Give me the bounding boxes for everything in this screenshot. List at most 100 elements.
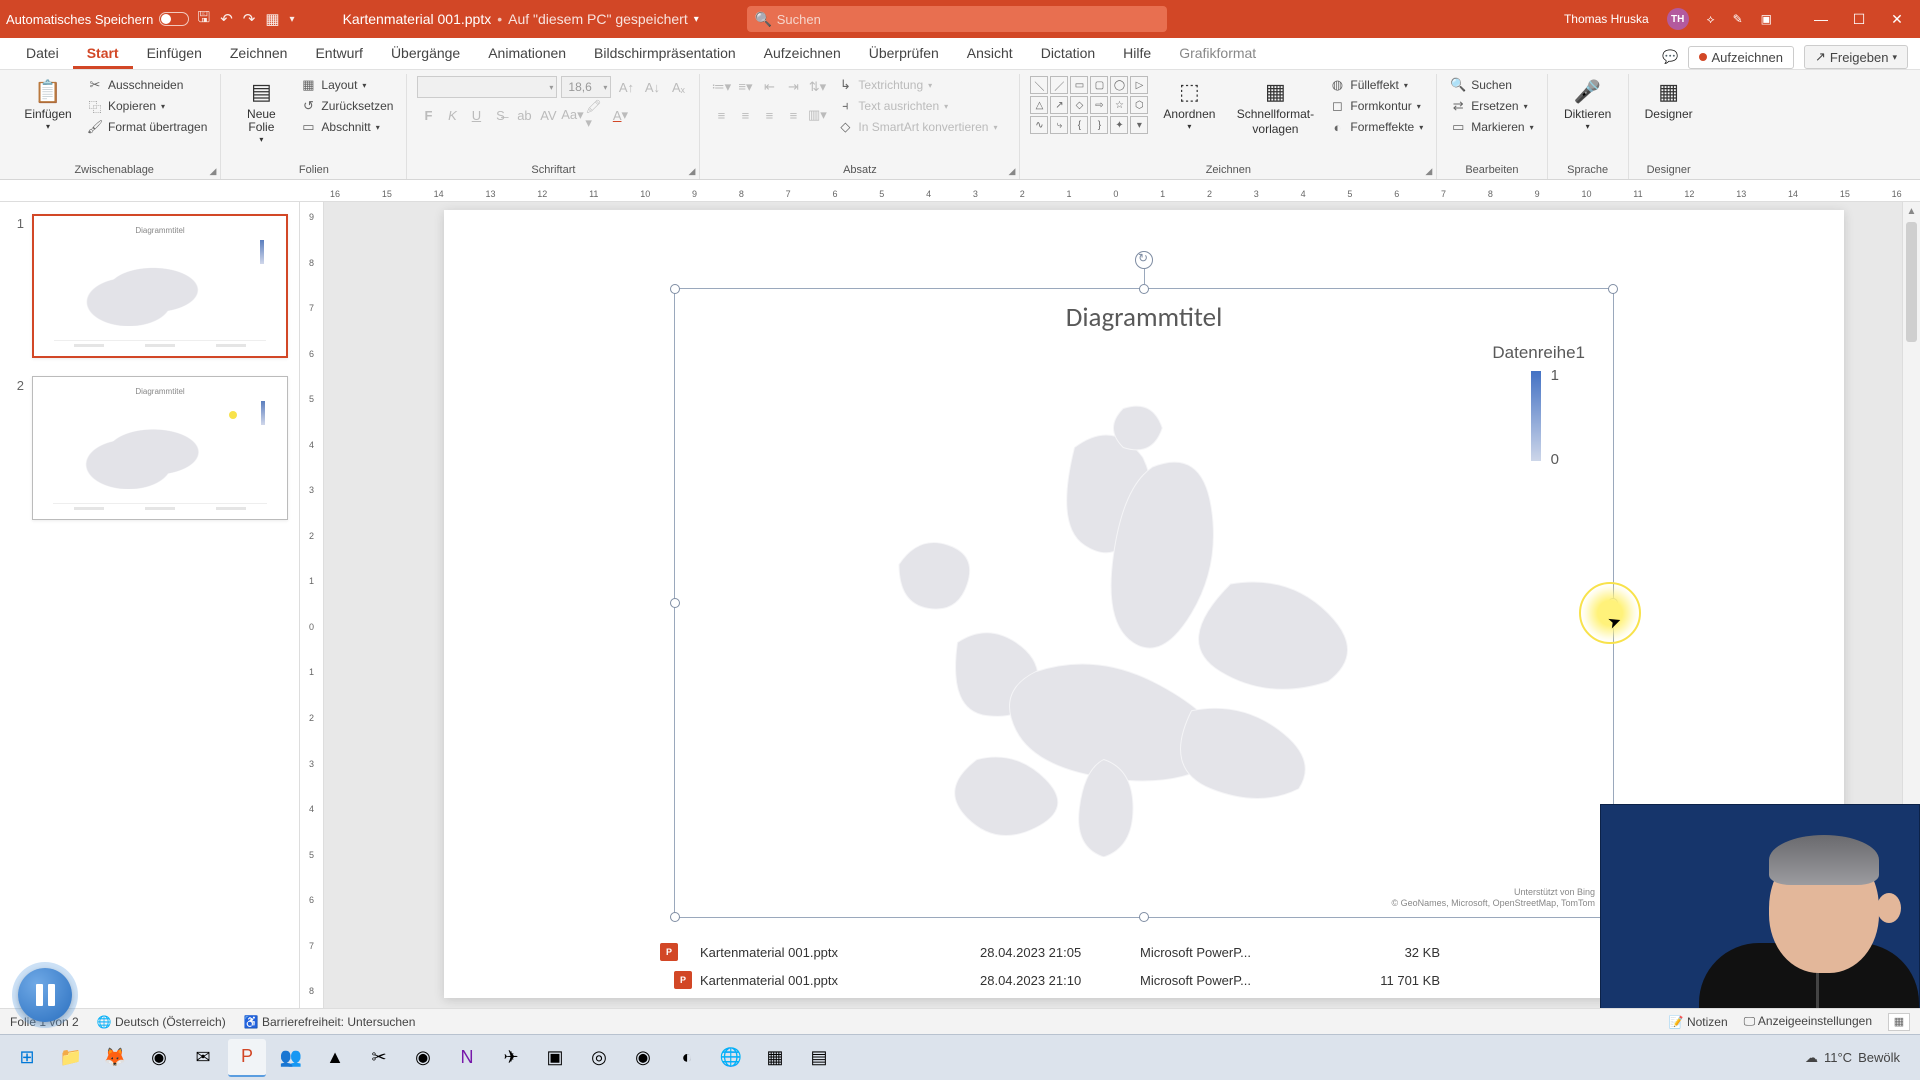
qat-dropdown-icon[interactable]: ▾ bbox=[290, 14, 295, 25]
resize-handle[interactable] bbox=[670, 912, 680, 922]
app-icon[interactable]: ◉ bbox=[404, 1039, 442, 1077]
accessibility-checker[interactable]: ♿ Barrierefreiheit: Untersuchen bbox=[244, 1015, 416, 1029]
text-direction-button[interactable]: ↳Textrichtung▾ bbox=[834, 76, 1000, 94]
layout-button[interactable]: ▦Layout▾ bbox=[297, 76, 396, 94]
highlight-icon[interactable]: 🖍▾ bbox=[585, 104, 607, 126]
start-menu-icon[interactable]: ⊞ bbox=[8, 1039, 46, 1077]
bullets-icon[interactable]: ≔▾ bbox=[710, 76, 732, 98]
underline-icon[interactable]: U bbox=[465, 104, 487, 126]
justify-icon[interactable]: ≡ bbox=[782, 104, 804, 126]
map-chart-europe[interactable] bbox=[775, 389, 1413, 857]
recording-pause-button[interactable] bbox=[18, 968, 72, 1022]
notes-button[interactable]: 📝 Notizen bbox=[1669, 1015, 1728, 1029]
maximize-icon[interactable]: ☐ bbox=[1842, 7, 1876, 31]
shadow-icon[interactable]: ab bbox=[513, 104, 535, 126]
undo-icon[interactable]: ↶ bbox=[220, 10, 233, 28]
search-box[interactable]: 🔍 bbox=[747, 6, 1167, 32]
resize-handle[interactable] bbox=[1139, 912, 1149, 922]
shape-star-icon[interactable]: ☆ bbox=[1110, 96, 1128, 114]
chart-title[interactable]: Diagrammtitel bbox=[675, 301, 1613, 334]
shape-line2-icon[interactable]: ／ bbox=[1050, 76, 1068, 94]
search-input[interactable] bbox=[747, 6, 1167, 32]
redo-icon[interactable]: ↷ bbox=[243, 10, 256, 28]
start-from-beginning-icon[interactable]: ▦ bbox=[265, 10, 279, 28]
launcher-icon[interactable]: ◢ bbox=[1009, 166, 1016, 177]
find-button[interactable]: 🔍Suchen bbox=[1447, 76, 1536, 94]
resize-handle[interactable] bbox=[1608, 284, 1618, 294]
shape-rrect-icon[interactable]: ▢ bbox=[1090, 76, 1108, 94]
document-title[interactable]: Kartenmaterial 001.pptx • Auf "diesem PC… bbox=[343, 11, 699, 27]
chevron-down-icon[interactable]: ▾ bbox=[694, 14, 699, 25]
shape-conn-icon[interactable]: ⤷ bbox=[1050, 116, 1068, 134]
increase-font-icon[interactable]: A↑ bbox=[615, 76, 637, 98]
shape-tri2-icon[interactable]: △ bbox=[1030, 96, 1048, 114]
chart-selection-frame[interactable]: Diagrammtitel Datenreihe1 1 0 bbox=[674, 288, 1614, 918]
tab-datei[interactable]: Datei bbox=[12, 39, 73, 69]
display-settings-button[interactable]: 🖵 Anzeigeeinstellungen bbox=[1744, 1014, 1872, 1029]
font-family-combo[interactable]: ▾ bbox=[417, 76, 557, 98]
tab-entwurf[interactable]: Entwurf bbox=[301, 39, 376, 69]
resize-handle[interactable] bbox=[670, 284, 680, 294]
decrease-font-icon[interactable]: A↓ bbox=[641, 76, 663, 98]
launcher-icon[interactable]: ◢ bbox=[689, 166, 696, 177]
line-spacing-icon[interactable]: ⇅▾ bbox=[806, 76, 828, 98]
shape-tri-icon[interactable]: ▷ bbox=[1130, 76, 1148, 94]
shape-arrow2-icon[interactable]: ⇨ bbox=[1090, 96, 1108, 114]
tab-hilfe[interactable]: Hilfe bbox=[1109, 39, 1165, 69]
tab-zeichnen[interactable]: Zeichnen bbox=[216, 39, 302, 69]
quick-styles-button[interactable]: ▦ Schnellformat- vorlagen bbox=[1230, 76, 1320, 138]
close-icon[interactable]: ✕ bbox=[1880, 7, 1914, 31]
file-explorer-icon[interactable]: 📁 bbox=[52, 1039, 90, 1077]
normal-view-icon[interactable]: ▦ bbox=[1888, 1013, 1910, 1031]
app3-icon[interactable]: ◉ bbox=[624, 1039, 662, 1077]
align-text-button[interactable]: ⫞Text ausrichten▾ bbox=[834, 97, 1000, 115]
shape-hex-icon[interactable]: ⬡ bbox=[1130, 96, 1148, 114]
shape-star5-icon[interactable]: ✦ bbox=[1110, 116, 1128, 134]
replace-button[interactable]: ⇄Ersetzen▾ bbox=[1447, 97, 1536, 115]
app6-icon[interactable]: ▤ bbox=[800, 1039, 838, 1077]
scroll-up-icon[interactable]: ▲ bbox=[1903, 202, 1920, 220]
reset-button[interactable]: ↺Zurücksetzen bbox=[297, 97, 396, 115]
tab-dictation[interactable]: Dictation bbox=[1027, 39, 1109, 69]
shape-line-icon[interactable]: ＼ bbox=[1030, 76, 1048, 94]
shapes-gallery[interactable]: ＼／▭▢◯▷ △↗◇⇨☆⬡ ∿⤷{}✦▾ bbox=[1030, 76, 1148, 134]
copy-button[interactable]: ⿻Kopieren▾ bbox=[84, 97, 210, 115]
clear-format-icon[interactable]: Aₓ bbox=[667, 76, 689, 98]
tab-uebergaenge[interactable]: Übergänge bbox=[377, 39, 474, 69]
char-spacing-icon[interactable]: AV bbox=[537, 104, 559, 126]
dictate-button[interactable]: 🎤 Diktieren▾ bbox=[1558, 76, 1618, 134]
shape-curve-icon[interactable]: ∿ bbox=[1030, 116, 1048, 134]
telegram-icon[interactable]: ✈ bbox=[492, 1039, 530, 1077]
shape-diamond-icon[interactable]: ◇ bbox=[1070, 96, 1088, 114]
share-button[interactable]: ↗Freigeben▾ bbox=[1804, 45, 1908, 69]
case-icon[interactable]: Aa▾ bbox=[561, 104, 583, 126]
cut-button[interactable]: ✂Ausschneiden bbox=[84, 76, 210, 94]
tab-bildschirmpraesentation[interactable]: Bildschirmpräsentation bbox=[580, 39, 750, 69]
thumbnail-slide-2[interactable]: 2 Diagrammtitel bbox=[10, 376, 289, 520]
diamond-icon[interactable]: ⟡ bbox=[1707, 12, 1715, 27]
resize-handle[interactable] bbox=[670, 598, 680, 608]
minimize-icon[interactable]: — bbox=[1804, 7, 1838, 31]
shape-effects-button[interactable]: ◐Formeffekte▾ bbox=[1326, 118, 1426, 136]
thumbnail-preview[interactable]: Diagrammtitel bbox=[32, 376, 288, 520]
scrollbar-thumb[interactable] bbox=[1906, 222, 1917, 342]
pen-icon[interactable]: ✎ bbox=[1733, 12, 1743, 26]
tab-animationen[interactable]: Animationen bbox=[474, 39, 580, 69]
save-icon[interactable]: 🖫 bbox=[197, 7, 210, 32]
shape-more-icon[interactable]: ▾ bbox=[1130, 116, 1148, 134]
tab-grafikformat[interactable]: Grafikformat bbox=[1165, 39, 1270, 69]
outlook-icon[interactable]: ✉ bbox=[184, 1039, 222, 1077]
firefox-icon[interactable]: 🦊 bbox=[96, 1039, 134, 1077]
powerpoint-icon[interactable]: P bbox=[228, 1039, 266, 1077]
select-button[interactable]: ▭Markieren▾ bbox=[1447, 118, 1536, 136]
thumbnail-pane[interactable]: 1 Diagrammtitel 2 Diagrammtitel bbox=[0, 202, 300, 1052]
thumbnail-preview[interactable]: Diagrammtitel bbox=[32, 214, 288, 358]
indent-dec-icon[interactable]: ⇤ bbox=[758, 76, 780, 98]
font-color-icon[interactable]: A▾ bbox=[609, 104, 631, 126]
teams-icon[interactable]: 👥 bbox=[272, 1039, 310, 1077]
italic-icon[interactable]: K bbox=[441, 104, 463, 126]
onenote-icon[interactable]: N bbox=[448, 1039, 486, 1077]
shape-brace-icon[interactable]: { bbox=[1070, 116, 1088, 134]
language-indicator[interactable]: 🌐 Deutsch (Österreich) bbox=[97, 1015, 226, 1029]
user-name[interactable]: Thomas Hruska bbox=[1564, 12, 1649, 26]
